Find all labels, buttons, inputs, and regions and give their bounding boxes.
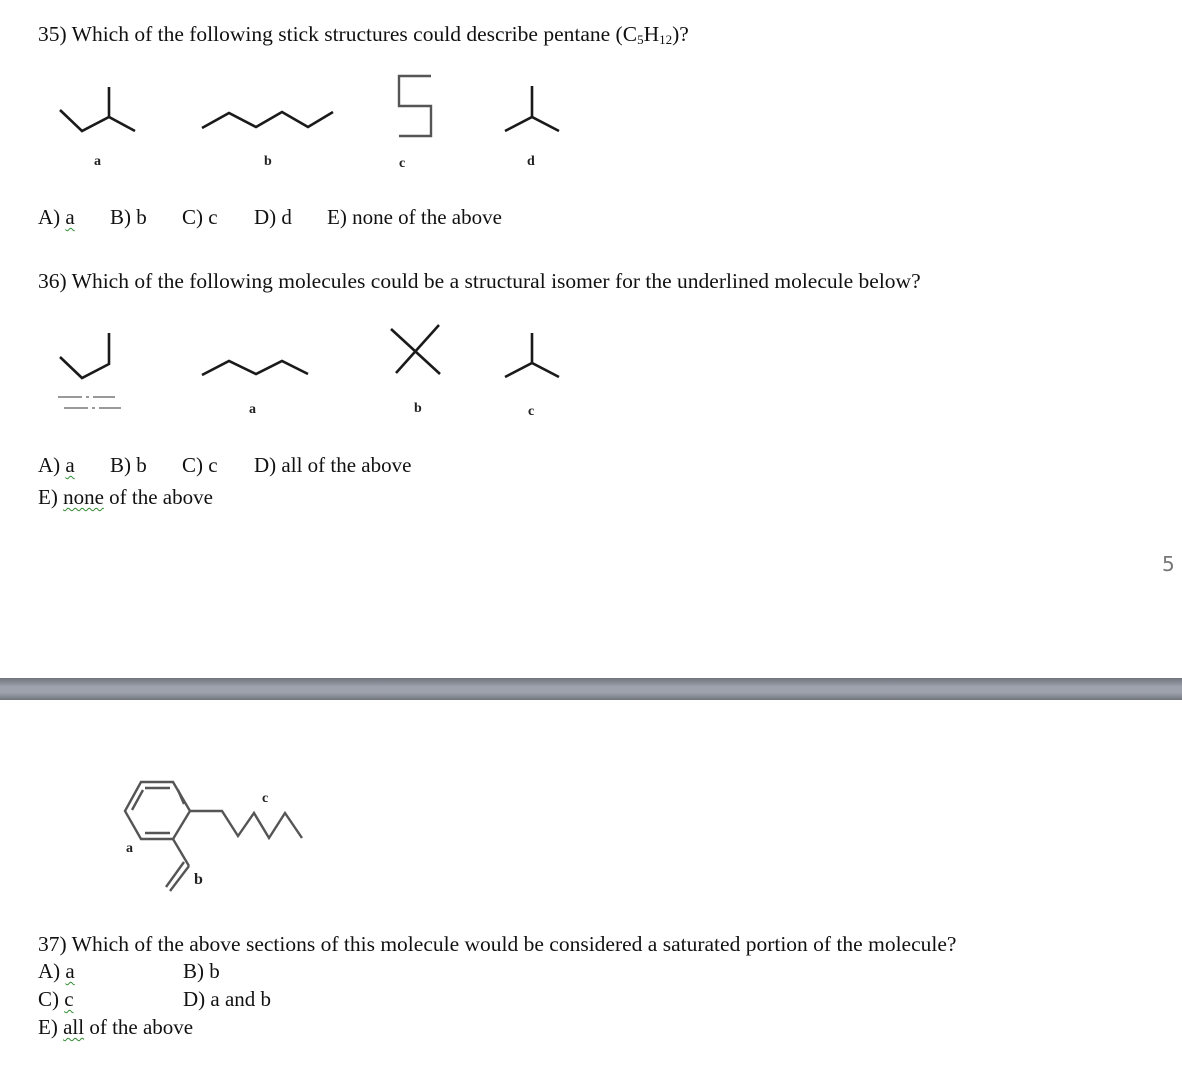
q37-label-c: c: [262, 791, 269, 806]
q37-answer-e-prefix: E): [38, 1015, 64, 1039]
q37-answer-a: A) a: [38, 959, 75, 983]
q37-answer-c-prefix: C): [38, 987, 65, 1011]
q37-answer-d: D) a and b: [183, 987, 272, 1011]
q37-label-b: b: [194, 871, 203, 888]
q37-answer-a-value: a: [65, 959, 75, 983]
q37-answer-b: B) b: [183, 959, 220, 983]
q37-answer-c: C) c: [38, 987, 74, 1011]
q37-vinyl-bond: [171, 838, 191, 867]
q37-answer-e-flagged: all: [63, 1015, 85, 1039]
q37-answer-c-value: c: [64, 987, 74, 1011]
q37-alkyl-chain-c: [190, 809, 303, 841]
q37-molecule: [123, 780, 303, 892]
q37-answer-e: E) all of the above: [38, 1015, 193, 1039]
q37-answer-e-suffix: of the above: [84, 1015, 194, 1039]
q37-answer-a-prefix: A): [38, 959, 66, 983]
q37-label-a: a: [126, 841, 133, 856]
q37-benzene-ring: [123, 780, 192, 841]
q37-question: 37) Which of the above sections of this …: [38, 932, 957, 956]
